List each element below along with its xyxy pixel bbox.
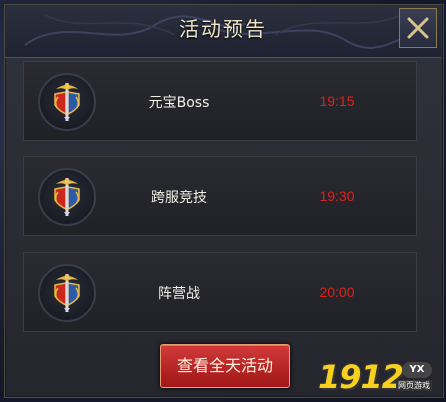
event-row-1[interactable]: 元宝Boss 19:15 (23, 61, 417, 141)
watermark-digits: 1912 (318, 358, 404, 396)
event-time: 20:00 (319, 284, 355, 300)
close-button[interactable] (399, 8, 437, 48)
watermark-caption: 网页游戏 (396, 380, 432, 391)
event-name: 元宝Boss (148, 95, 210, 111)
event-row-3[interactable]: 阵营战 20:00 (23, 252, 417, 332)
site-watermark-logo: 1912 YX 网页游戏 (318, 358, 446, 398)
close-x-icon (407, 17, 429, 39)
sword-shield-emblem-icon (54, 83, 80, 121)
event-name: 阵营战 (158, 286, 200, 302)
sword-shield-emblem-icon (54, 274, 80, 312)
watermark-badge: YX (402, 362, 432, 378)
event-time: 19:30 (319, 188, 355, 204)
event-time: 19:15 (319, 93, 355, 109)
event-row-2[interactable]: 跨服竞技 19:30 (23, 156, 417, 236)
event-name: 跨服竞技 (151, 190, 207, 206)
event-emblem (38, 264, 96, 322)
event-emblem (38, 73, 96, 131)
sword-shield-emblem-icon (54, 178, 80, 216)
dialog-title: 活动预告 (179, 17, 267, 41)
event-emblem (38, 168, 96, 226)
view-all-day-activities-button[interactable]: 查看全天活动 (160, 344, 290, 388)
